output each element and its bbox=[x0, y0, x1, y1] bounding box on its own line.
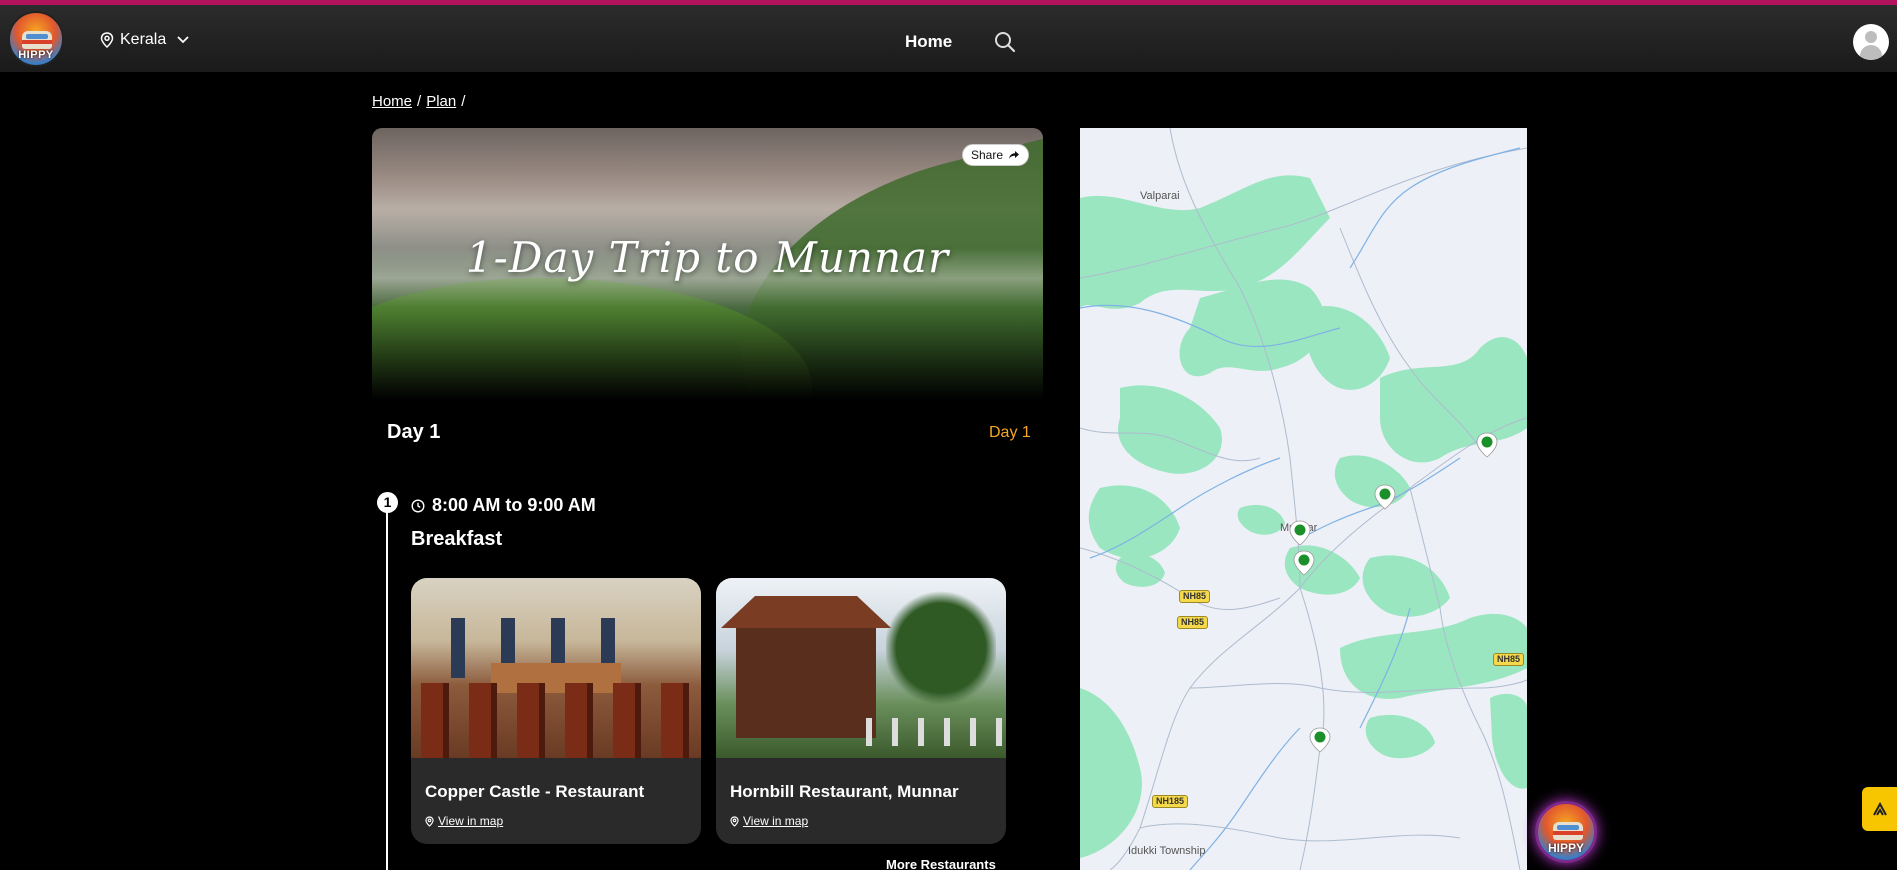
map-marker-icon[interactable] bbox=[1476, 432, 1498, 458]
map-marker-icon[interactable] bbox=[1374, 484, 1396, 510]
floating-logo-text: HIPPY bbox=[1547, 841, 1584, 855]
photo-fence bbox=[866, 718, 1006, 746]
location-selector[interactable]: Kerala bbox=[100, 31, 190, 49]
photo-chairs bbox=[421, 683, 691, 758]
restaurant-card[interactable]: Copper Castle - Restaurant View in map bbox=[411, 578, 701, 844]
trip-title: 1-Day Trip to Munnar bbox=[465, 233, 950, 282]
restaurant-card[interactable]: Hornbill Restaurant, Munnar View in map bbox=[716, 578, 1006, 844]
user-icon-body bbox=[1860, 45, 1882, 60]
double-chevron-up-icon bbox=[1872, 801, 1887, 816]
time-range: 8:00 AM to 9:00 AM bbox=[432, 495, 596, 515]
trip-hero-banner: 1-Day Trip to Munnar Share bbox=[372, 128, 1043, 400]
van-icon bbox=[1553, 822, 1583, 840]
brand-logo[interactable]: HIPPY bbox=[8, 11, 64, 67]
photo-roof bbox=[721, 596, 891, 628]
map-marker-icon[interactable] bbox=[1309, 727, 1331, 753]
nav-home-link[interactable]: Home bbox=[905, 32, 952, 52]
map-markers bbox=[1289, 432, 1498, 753]
view-in-map-link[interactable]: View in map bbox=[425, 814, 503, 828]
scroll-to-top-button[interactable] bbox=[1862, 787, 1897, 831]
location-label: Kerala bbox=[120, 31, 167, 48]
map-marker-icon[interactable] bbox=[1293, 550, 1315, 576]
view-in-map-link[interactable]: View in map bbox=[730, 814, 808, 828]
timeline-line bbox=[386, 505, 388, 870]
breadcrumb-separator: / bbox=[461, 93, 466, 110]
photo-tree bbox=[886, 588, 996, 708]
map-pin-icon bbox=[100, 32, 114, 48]
day-tab[interactable]: Day 1 bbox=[989, 424, 1031, 442]
restaurant-name: Hornbill Restaurant, Munnar bbox=[730, 782, 959, 801]
day-heading: Day 1 bbox=[387, 421, 441, 443]
van-icon bbox=[22, 31, 52, 49]
brand-logo-text: HIPPY bbox=[18, 49, 54, 61]
view-in-map-label: View in map bbox=[438, 814, 504, 828]
breadcrumb-plan[interactable]: Plan bbox=[426, 93, 456, 110]
breadcrumb-home[interactable]: Home bbox=[372, 93, 412, 110]
share-label: Share bbox=[971, 148, 1004, 162]
map-marker-icon[interactable] bbox=[1289, 520, 1311, 546]
meal-title: Breakfast bbox=[411, 528, 503, 550]
clock-icon bbox=[411, 498, 425, 513]
breadcrumb-separator: / bbox=[417, 93, 422, 110]
breadcrumb: Home / Plan / bbox=[372, 93, 465, 110]
top-nav-bar: HIPPY Kerala Home bbox=[0, 5, 1897, 72]
user-icon-head bbox=[1865, 31, 1877, 43]
restaurant-name: Copper Castle - Restaurant bbox=[425, 782, 645, 801]
floating-brand-button[interactable]: HIPPY bbox=[1535, 801, 1597, 863]
restaurant-photo bbox=[411, 578, 701, 758]
share-arrow-icon bbox=[1009, 151, 1020, 159]
map-pin-icon bbox=[425, 815, 434, 827]
share-button[interactable]: Share bbox=[962, 144, 1030, 166]
view-in-map-label: View in map bbox=[743, 814, 809, 828]
user-avatar[interactable] bbox=[1853, 24, 1889, 60]
hero-fade bbox=[372, 310, 1043, 400]
trip-map[interactable]: Valparai Munnar Idukki Township NH85 NH8… bbox=[1080, 128, 1527, 870]
map-pin-icon bbox=[730, 815, 739, 827]
time-slot: 8:00 AM to 9:00 AM bbox=[411, 495, 596, 516]
restaurant-photo bbox=[716, 578, 1006, 758]
chevron-down-icon bbox=[177, 36, 189, 44]
photo-house bbox=[736, 618, 876, 738]
search-icon[interactable] bbox=[994, 31, 1016, 53]
more-restaurants-link[interactable]: More Restaurants bbox=[886, 857, 996, 870]
step-number-badge: 1 bbox=[377, 492, 398, 513]
